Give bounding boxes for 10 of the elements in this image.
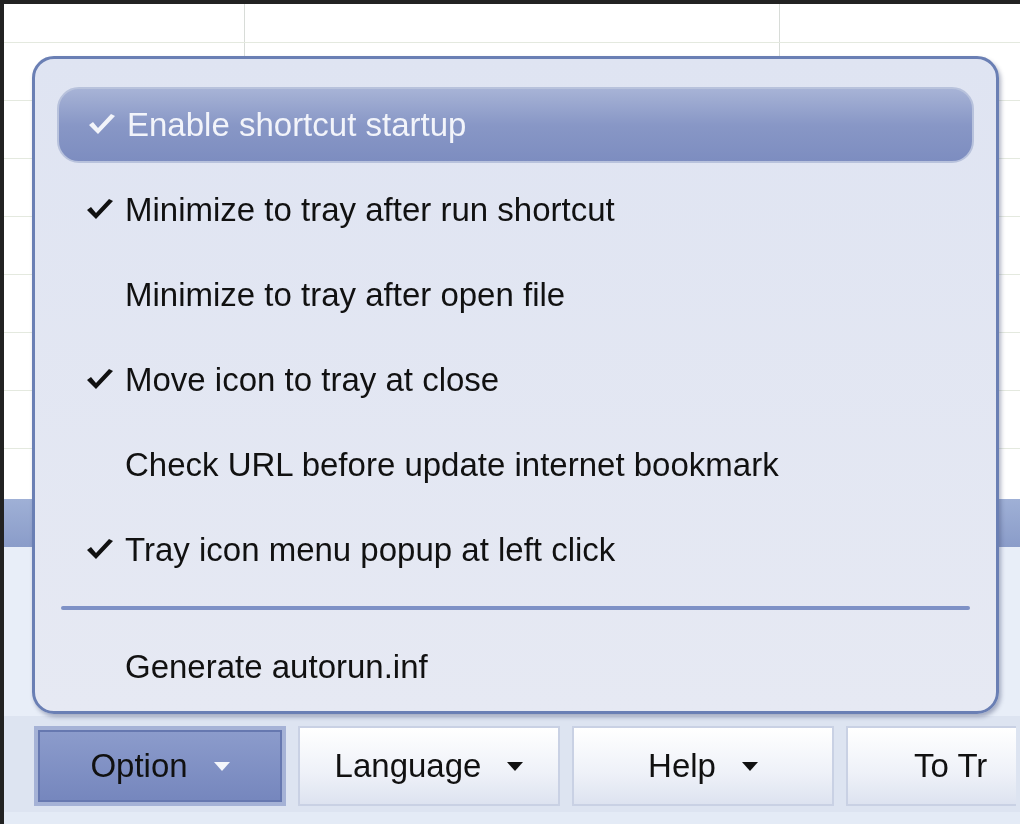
menu-item[interactable]: Minimize to tray after open file bbox=[57, 252, 974, 337]
menu-item[interactable]: Move icon to tray at close bbox=[57, 337, 974, 422]
menu-item[interactable]: Tray icon menu popup at left click bbox=[57, 507, 974, 592]
menu-item[interactable]: Check URL before update internet bookmark bbox=[57, 422, 974, 507]
menu-item[interactable]: Minimize to tray after run shortcut bbox=[57, 167, 974, 252]
menu-item[interactable]: Generate autorun.inf bbox=[57, 624, 974, 709]
menu-button[interactable]: Option bbox=[34, 726, 286, 806]
menu-button[interactable]: To Tr bbox=[846, 726, 1016, 806]
menu-button[interactable]: Language bbox=[298, 726, 560, 806]
menu-button[interactable]: Help bbox=[572, 726, 834, 806]
